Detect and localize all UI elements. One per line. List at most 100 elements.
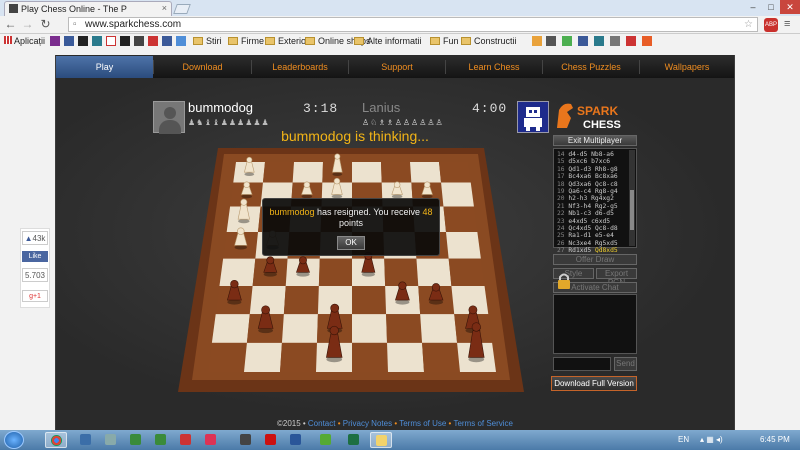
bookmark-icon[interactable] — [92, 36, 102, 46]
download-full-version-button[interactable]: Download Full Version — [551, 376, 637, 391]
board-square[interactable] — [352, 286, 387, 315]
menu-download[interactable]: Download — [154, 56, 251, 78]
bookmark-icon[interactable] — [610, 36, 620, 46]
bookmark-icon[interactable] — [148, 36, 158, 46]
bookmark-folder[interactable]: Alte informatii — [354, 35, 422, 47]
taskbar-app[interactable] — [100, 432, 122, 448]
chess-board[interactable] — [178, 148, 524, 392]
taskbar-app[interactable] — [150, 432, 172, 448]
taskbar-app[interactable] — [315, 432, 337, 448]
board-square[interactable] — [318, 258, 352, 287]
board-square[interactable] — [446, 232, 481, 259]
board-square[interactable] — [441, 182, 474, 207]
bookmark-icon[interactable] — [578, 36, 588, 46]
board-square[interactable] — [416, 258, 452, 287]
menu-leaderboards[interactable]: Leaderboards — [252, 56, 348, 78]
menu-learn-chess[interactable]: Learn Chess — [446, 56, 542, 78]
close-window-button[interactable]: ✕ — [780, 0, 800, 14]
bookmark-icon[interactable] — [78, 36, 88, 46]
adblock-icon[interactable]: ABP — [764, 18, 778, 32]
bookmark-icon[interactable] — [594, 36, 604, 46]
bookmark-star-icon[interactable]: ☆ — [744, 18, 753, 31]
ok-button[interactable]: OK — [337, 236, 365, 250]
board-square[interactable] — [422, 342, 460, 372]
facebook-like-button[interactable]: Like — [22, 251, 48, 262]
bookmark-folder[interactable]: Fun — [430, 35, 459, 47]
taskbar-app[interactable] — [370, 432, 392, 448]
board-square[interactable] — [420, 314, 458, 343]
bookmark-icon[interactable] — [626, 36, 636, 46]
menu-wallpapers[interactable]: Wallpapers — [640, 56, 734, 78]
menu-play[interactable]: Play — [56, 56, 153, 78]
bookmark-icon[interactable] — [176, 36, 186, 46]
board-square[interactable] — [352, 314, 388, 343]
board-square[interactable] — [292, 162, 323, 183]
board-square[interactable] — [386, 314, 423, 343]
menu-icon[interactable]: ≡ — [784, 18, 790, 30]
reload-icon[interactable]: ↻ — [38, 17, 53, 32]
bookmark-icon[interactable] — [532, 36, 542, 46]
maximize-button[interactable]: □ — [762, 0, 780, 14]
exit-multiplayer-button[interactable]: Exit Multiplayer — [553, 135, 637, 146]
send-button[interactable]: Send — [614, 357, 637, 371]
taskbar-app[interactable] — [343, 432, 365, 448]
browser-tab[interactable]: Play Chess Online - The P × — [4, 1, 172, 16]
bookmark-folder[interactable]: Stiri — [193, 35, 222, 47]
back-icon[interactable]: ← — [3, 17, 18, 32]
board-square[interactable] — [211, 314, 250, 343]
minimize-button[interactable]: – — [744, 0, 762, 14]
start-button[interactable] — [4, 431, 24, 449]
bookmark-icon[interactable] — [120, 36, 130, 46]
contact-link[interactable]: Contact — [308, 419, 336, 428]
board-square[interactable] — [283, 286, 319, 315]
board-square[interactable] — [352, 342, 388, 372]
taskbar-app[interactable] — [235, 432, 257, 448]
chat-input[interactable] — [553, 357, 611, 371]
tray-icons[interactable]: ▴ ▦ ◂) — [700, 430, 723, 450]
bookmark-icon[interactable] — [642, 36, 652, 46]
board-square[interactable] — [281, 314, 318, 343]
taskbar-app[interactable] — [75, 432, 97, 448]
export-pgn-button[interactable]: Export PGN — [596, 268, 637, 287]
bookmark-folder[interactable]: Constructii — [461, 35, 517, 47]
taskbar-app[interactable] — [125, 432, 147, 448]
yahoo-icon[interactable] — [50, 36, 60, 46]
board-square[interactable] — [381, 162, 412, 183]
bookmark-folder[interactable]: Firme — [228, 35, 264, 47]
offer-draw-button[interactable]: Offer Draw — [553, 254, 637, 265]
new-tab-button[interactable] — [173, 4, 191, 14]
bookmark-icon[interactable] — [64, 36, 74, 46]
taskbar-chrome[interactable] — [45, 432, 67, 448]
taskbar-app[interactable] — [200, 432, 222, 448]
move-list[interactable]: 14 d4-d5 Nb8-a6 15 d5xc6 b7xc6 16 Qd1-d3 R… — [553, 148, 637, 254]
bookmark-folder[interactable]: Exterior — [265, 35, 309, 47]
clock[interactable]: 6:45 PM — [760, 430, 790, 450]
menu-chess-puzzles[interactable]: Chess Puzzles — [543, 56, 639, 78]
board-square[interactable] — [387, 342, 424, 372]
board-square[interactable] — [410, 162, 442, 183]
service-link[interactable]: Terms of Service — [453, 419, 513, 428]
taskbar-app[interactable] — [175, 432, 197, 448]
terms-link[interactable]: Terms of Use — [399, 419, 446, 428]
bookmark-icon[interactable] — [106, 36, 116, 46]
move-list-scrollbar[interactable] — [629, 150, 635, 246]
bookmark-icon[interactable] — [546, 36, 556, 46]
facebook-icon[interactable] — [162, 36, 172, 46]
board-square[interactable] — [208, 342, 247, 372]
board-square[interactable] — [448, 258, 485, 287]
privacy-link[interactable]: Privacy Notes — [343, 419, 392, 428]
language-indicator[interactable]: EN — [678, 430, 689, 450]
board-square[interactable] — [439, 162, 471, 183]
board-square[interactable] — [262, 162, 294, 183]
bookmark-apps[interactable]: Aplicații — [4, 35, 45, 47]
board-square[interactable] — [352, 162, 382, 183]
menu-support[interactable]: Support — [349, 56, 445, 78]
address-input[interactable]: ▫ www.sparkchess.com ☆ — [68, 17, 758, 32]
close-tab-icon[interactable]: × — [162, 3, 167, 13]
google-plus-button[interactable]: g+1 — [22, 290, 48, 302]
board-square[interactable] — [443, 206, 478, 233]
board-square[interactable] — [244, 342, 282, 372]
taskbar-app[interactable] — [260, 432, 282, 448]
board-square[interactable] — [280, 342, 317, 372]
bookmark-icon[interactable] — [134, 36, 144, 46]
